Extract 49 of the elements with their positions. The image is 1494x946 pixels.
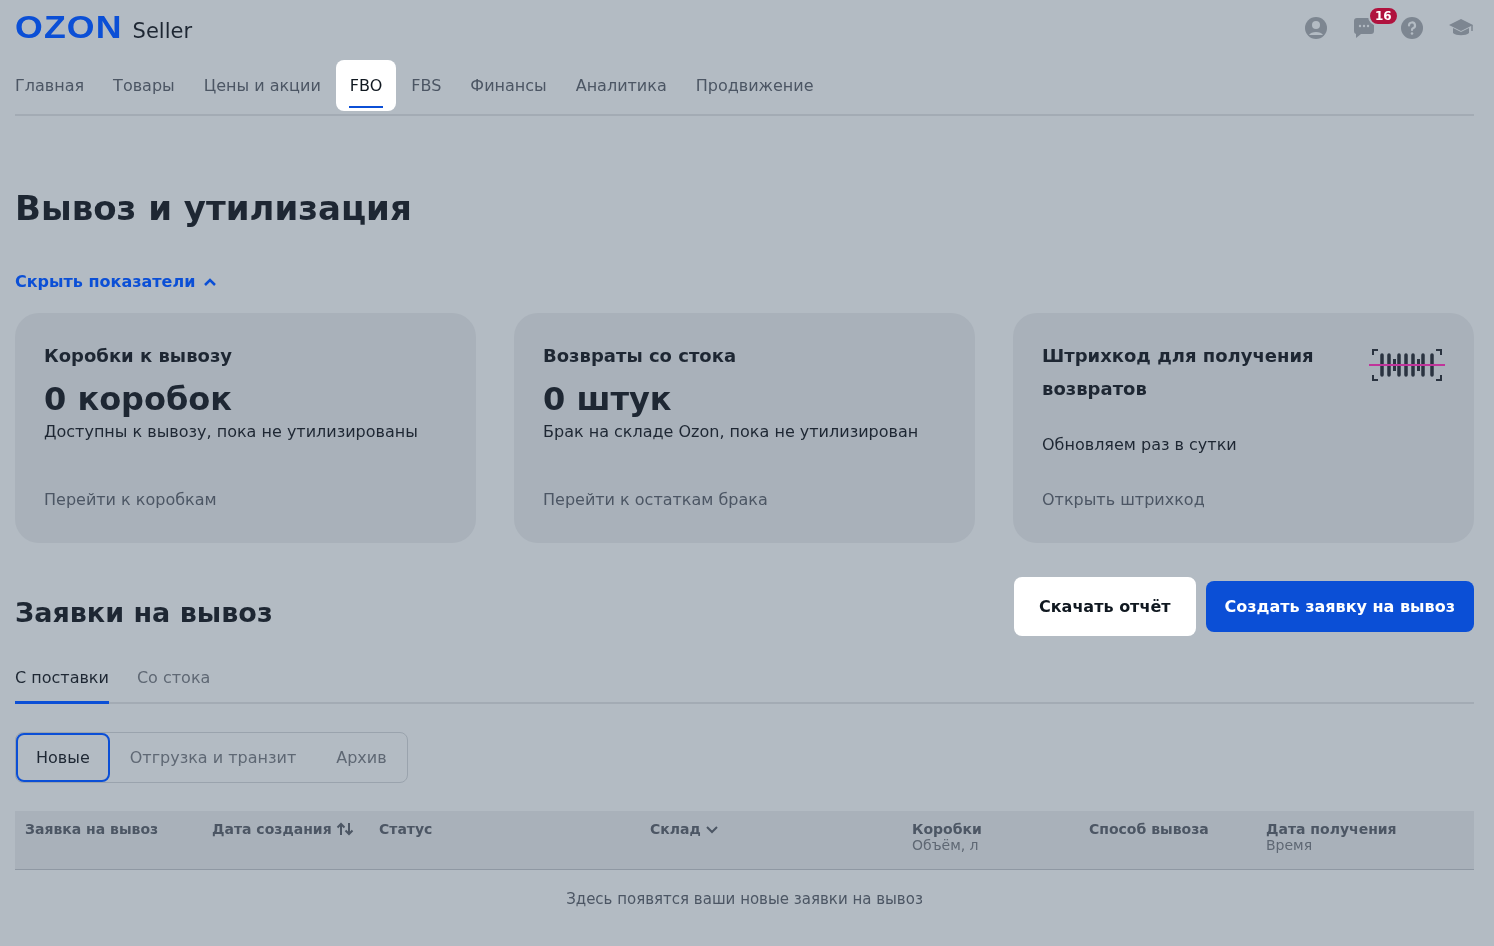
card-title: Возвраты со стока xyxy=(543,344,737,368)
column-header[interactable]: Дата получения xyxy=(1266,821,1397,837)
nav-tab[interactable]: Главная xyxy=(15,65,99,105)
empty-message: Здесь появятся ваши новые заявки на вывоз xyxy=(565,890,924,908)
card-title: Коробки к вывозу xyxy=(44,344,233,368)
column-header[interactable]: Заявка на вывоз xyxy=(25,821,159,837)
card-description: Брак на складе Ozon, пока не утилизирован xyxy=(543,422,920,441)
logo-suffix: Seller xyxy=(132,19,193,43)
barcode-icon xyxy=(1369,347,1445,383)
hide-metrics-link[interactable]: Скрыть показатели xyxy=(15,272,218,291)
column-subheader: Объём, л xyxy=(912,837,980,853)
column-header[interactable]: Коробки xyxy=(912,821,982,837)
card-link[interactable]: Открыть штрихкод xyxy=(1042,490,1445,509)
nav-tab[interactable]: Финансы xyxy=(456,65,561,105)
chevron-down-icon[interactable] xyxy=(704,824,719,834)
card-description: Доступны к вывозу, пока не утилизированы xyxy=(44,422,419,441)
card-value: 0 штук xyxy=(543,380,673,418)
notification-badge: 16 xyxy=(1368,6,1399,26)
nav-tab[interactable]: FBS xyxy=(397,65,456,105)
tab[interactable]: С поставки xyxy=(15,658,109,704)
card-description: Обновляем раз в сутки xyxy=(1042,435,1238,454)
download-report-button[interactable]: Скачать отчёт xyxy=(1014,577,1196,636)
column-header[interactable]: Дата создания xyxy=(212,821,332,837)
nav-tab[interactable]: Аналитика xyxy=(561,65,681,105)
tab[interactable]: Со стока xyxy=(136,658,211,704)
filter-segment[interactable]: Архив xyxy=(316,733,407,782)
sort-icon[interactable] xyxy=(335,821,354,837)
card-link[interactable]: Перейти к коробкам xyxy=(44,490,447,509)
nav-tab[interactable]: Продвижение xyxy=(681,65,828,105)
create-request-button[interactable]: Создать заявку на вывоз xyxy=(1205,581,1474,632)
column-header[interactable]: Способ вывоза xyxy=(1089,821,1209,837)
nav-tab[interactable]: FBO xyxy=(335,59,397,111)
card-title: Штрихкод для получения возвратов xyxy=(1042,344,1315,401)
filter-segment[interactable]: Новые xyxy=(16,733,110,782)
card-link[interactable]: Перейти к остаткам брака xyxy=(543,490,946,509)
chevron-up-icon xyxy=(203,276,218,287)
column-subheader: Время xyxy=(1266,837,1314,853)
section-title: Заявки на вывоз xyxy=(15,597,273,628)
logo-text[interactable]: OZON xyxy=(15,10,123,46)
chat-icon[interactable] xyxy=(1352,16,1376,40)
nav-tab[interactable]: Товары xyxy=(99,65,189,105)
column-header[interactable]: Статус xyxy=(379,821,433,837)
filter-segment[interactable]: Отгрузка и транзит xyxy=(109,733,317,782)
user-icon[interactable] xyxy=(1304,16,1328,40)
help-icon[interactable] xyxy=(1400,16,1424,40)
nav-tab[interactable]: Цены и акции xyxy=(189,65,335,105)
column-header[interactable]: Склад xyxy=(650,821,701,837)
page-title: Вывоз и утилизация xyxy=(15,188,413,228)
card-value: 0 коробок xyxy=(44,380,234,418)
